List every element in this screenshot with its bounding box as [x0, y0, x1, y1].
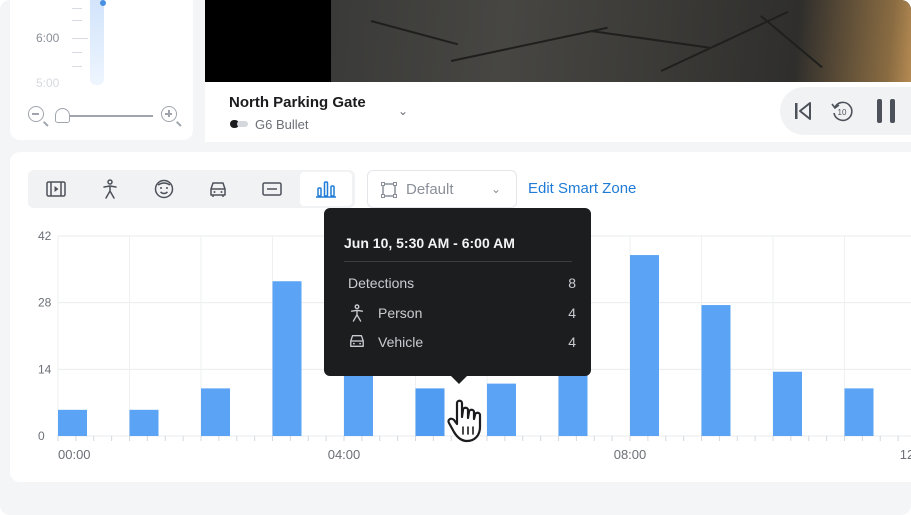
x-tick-label: 00:00 — [58, 447, 91, 462]
app-frame: 6:00 5:00 North Parking Gate G6 Bullet ⌄… — [0, 0, 911, 515]
tooltip-person-value: 4 — [568, 305, 576, 321]
y-tick-label: 42 — [38, 229, 52, 243]
tooltip-detections-value: 8 — [568, 275, 576, 291]
x-tick-label: 04:00 — [328, 447, 361, 462]
tooltip-divider — [344, 261, 572, 262]
chart-tooltip: Jun 10, 5:30 AM - 6:00 AM Detections 8 P… — [324, 208, 591, 384]
chart-bar — [58, 409, 87, 436]
person-icon — [350, 304, 364, 322]
y-tick-label: 28 — [38, 296, 52, 310]
tooltip-title: Jun 10, 5:30 AM - 6:00 AM — [344, 235, 515, 251]
chart-bar — [272, 281, 302, 436]
chart-bar — [773, 371, 802, 436]
chart-bar — [344, 374, 373, 436]
tooltip-detections-label: Detections — [348, 275, 415, 291]
tooltip-vehicle-value: 4 — [568, 334, 576, 350]
chart-bar — [201, 388, 230, 436]
tooltip-vehicle-label: Vehicle — [378, 334, 424, 350]
tooltip-person-label: Person — [378, 305, 423, 321]
x-tick-label: 08:00 — [614, 447, 647, 462]
chart-bar — [701, 305, 731, 436]
hand-pointer-icon — [447, 399, 482, 443]
chart-bar — [844, 388, 874, 436]
chart-bar — [129, 409, 159, 436]
y-tick-label: 14 — [38, 362, 52, 376]
chart-bar — [630, 255, 659, 436]
y-tick-label: 0 — [38, 429, 45, 443]
x-tick-label: 12:00 — [900, 447, 911, 462]
chart-bar — [415, 388, 445, 436]
car-icon — [350, 335, 364, 347]
